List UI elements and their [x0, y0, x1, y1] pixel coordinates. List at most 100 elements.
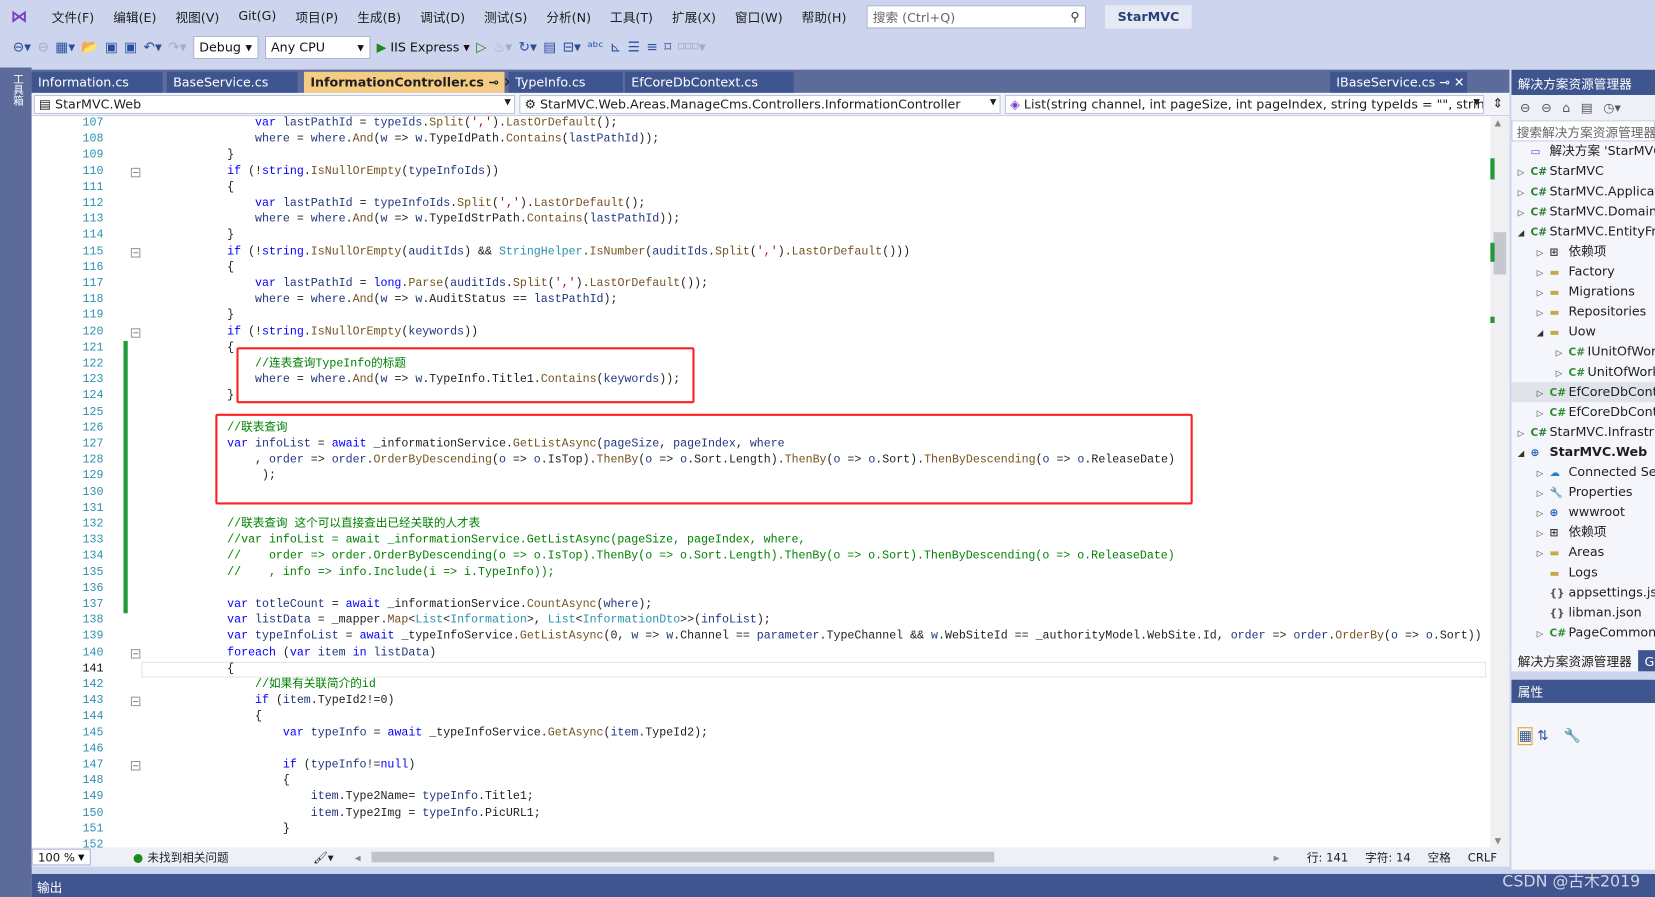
code-line[interactable]: if (item.TypeId2!=0)	[144, 694, 394, 710]
code-line[interactable]: }	[144, 228, 234, 244]
collapse-arrow-icon[interactable]: ◢	[1518, 223, 1531, 243]
bookmark-prev-icon[interactable]: ⌑⌑⌑▾	[678, 40, 706, 56]
tree-item[interactable]: ▷C#EfCoreDbContext	[1511, 382, 1655, 403]
toolbox-strip[interactable]: 工具箱	[0, 67, 32, 897]
expand-arrow-icon[interactable]: ▷	[1518, 423, 1531, 443]
code-line[interactable]: var lastPathId = typeInfoIds.Split(',').…	[144, 196, 645, 212]
horizontal-scrollbar[interactable]	[371, 851, 994, 863]
menu-item[interactable]: 编辑(E)	[104, 8, 166, 26]
code-line[interactable]: {	[144, 710, 262, 726]
save-all-icon[interactable]: ▣	[124, 40, 137, 56]
code-line[interactable]: //联表查询 这个可以直接查出已经关联的人才表	[144, 517, 480, 533]
tab-baseservice-cs[interactable]: BaseService.cs	[166, 71, 298, 93]
code-line[interactable]: if (typeInfo!=null)	[144, 758, 415, 774]
back-icon[interactable]: ⊖	[1520, 100, 1531, 115]
code-line[interactable]: if (!string.IsNullOrEmpty(auditIds) && S…	[144, 244, 910, 260]
categorized-icon[interactable]: ▦	[1517, 727, 1533, 746]
zoom-select[interactable]: 100 % ▼	[31, 848, 91, 866]
code-line[interactable]: }	[144, 148, 234, 164]
expand-arrow-icon[interactable]: ▷	[1537, 544, 1550, 564]
hot-reload-icon[interactable]: ♨▾	[493, 40, 512, 56]
class-dropdown[interactable]: ⚙ StarMVC.Web.Areas.ManageCms.Controller…	[519, 94, 1001, 114]
back-icon[interactable]: ⊖▾	[13, 40, 31, 56]
tree-item[interactable]: ▷ ▬ Migrations	[1511, 282, 1655, 302]
tab-typeinfo-cs[interactable]: TypeInfo.cs	[508, 71, 623, 93]
save-icon[interactable]: ▣	[105, 40, 118, 56]
split-icon[interactable]: ⇕	[1488, 95, 1507, 114]
code-line[interactable]: where = where.And(w => w.TypeIdPath.Cont…	[144, 132, 659, 148]
menu-item[interactable]: 项目(P)	[286, 8, 348, 26]
tree-item[interactable]: ▷ 🔧 Properties	[1511, 482, 1655, 502]
tree-item[interactable]: ▷C#EfCoreDbContextFactory	[1511, 402, 1655, 422]
expand-arrow-icon[interactable]: ▷	[1537, 283, 1550, 303]
tree-item[interactable]: ▷☁ Connected Services	[1511, 462, 1655, 482]
scroll-left-icon[interactable]: ◂	[355, 850, 361, 864]
collapse-icon[interactable]: −	[130, 761, 141, 771]
tree-item[interactable]: ▷ C# StarMVC.Domain	[1511, 202, 1655, 222]
solution-search-input[interactable]: 搜索解决方案资源管理器(	[1511, 120, 1655, 142]
code-line[interactable]: }	[144, 309, 234, 325]
tree-item[interactable]: ▷ ▬ Repositories	[1511, 302, 1655, 322]
project-dropdown[interactable]: ▤ StarMVC.Web ▼	[33, 94, 516, 114]
tree-item[interactable]: ▷ C# UnitOfWork	[1511, 362, 1655, 382]
menu-item[interactable]: 窗口(W)	[725, 8, 792, 26]
pin-icon[interactable]: ⊸	[1435, 75, 1454, 90]
tab-solution-explorer[interactable]: 解决方案资源管理器	[1511, 650, 1639, 672]
menu-item[interactable]: 分析(N)	[537, 8, 601, 26]
scroll-right-icon[interactable]: ▸	[1274, 850, 1280, 864]
tree-item[interactable]: ◢ ▬ Uow	[1511, 322, 1655, 342]
cleanup-icon[interactable]: 🖌▾	[313, 850, 334, 864]
code-line[interactable]: // order => order.OrderByDescending(o =>…	[144, 549, 1175, 565]
expand-arrow-icon[interactable]: ▷	[1556, 363, 1569, 383]
code-line[interactable]: var typeInfo = await _typeInfoService.Ge…	[144, 726, 708, 742]
pin-icon[interactable]: ⊸	[484, 75, 503, 90]
redo-icon[interactable]: ↷▾	[168, 40, 186, 56]
menu-item[interactable]: 帮助(H)	[792, 8, 856, 26]
start-without-debug-icon[interactable]: ▷	[476, 40, 487, 56]
search-input[interactable]: 搜索 (Ctrl+Q) ⚲	[866, 5, 1086, 29]
output-panel-tab[interactable]: 输出	[31, 873, 1655, 897]
menu-item[interactable]: 测试(S)	[475, 8, 537, 26]
alphabetical-icon[interactable]: ⇅	[1537, 728, 1549, 744]
tree-item[interactable]: {} libman.json	[1511, 603, 1655, 623]
menu-item[interactable]: 视图(V)	[166, 8, 229, 26]
code-line[interactable]: foreach (var item in listData)	[144, 646, 436, 662]
tree-item[interactable]: ▷ ⊞ 依赖项	[1511, 522, 1655, 542]
expand-arrow-icon[interactable]: ▷	[1537, 403, 1550, 423]
comment-icon[interactable]: ≡	[646, 40, 658, 56]
tree-item[interactable]: ▷C#IUnitOfWork	[1511, 342, 1655, 362]
code-line[interactable]: {	[144, 662, 234, 678]
undo-icon[interactable]: ↶▾	[143, 40, 161, 56]
collapse-icon[interactable]: −	[130, 247, 141, 258]
collapse-icon[interactable]: −	[130, 648, 141, 659]
tree-item[interactable]: ◢ ⊕ StarMVC.Web	[1511, 442, 1655, 462]
new-project-icon[interactable]: ▦▾	[55, 40, 75, 56]
run-button[interactable]: ▶ IIS Express ▾	[377, 40, 470, 55]
code-line[interactable]: //var infoList = await _informationServi…	[144, 533, 805, 549]
indent-icon[interactable]: ☰	[628, 40, 640, 56]
tab-ibaseservice-cs[interactable]: IBaseService.cs ⊸ ✕	[1329, 71, 1468, 93]
toolbox-label[interactable]: 工具箱	[8, 74, 24, 106]
code-line[interactable]: var typeInfoList = await _typeInfoServic…	[144, 629, 1482, 645]
expand-arrow-icon[interactable]: ▷	[1537, 503, 1550, 523]
tree-item[interactable]: {}appsettings.json	[1511, 583, 1655, 603]
code-line[interactable]: item.Type2Name= typeInfo.Title1;	[144, 790, 534, 806]
configuration-select[interactable]: Debug ▼	[192, 35, 259, 60]
expand-arrow-icon[interactable]: ▷	[1556, 343, 1569, 363]
expand-arrow-icon[interactable]: ▷	[1537, 383, 1550, 403]
issues-status[interactable]: 未找到相关问题	[147, 849, 228, 866]
solution-icon[interactable]: ▤	[543, 40, 556, 56]
menu-item[interactable]: 文件(F)	[42, 8, 104, 26]
expand-arrow-icon[interactable]: ▷	[1537, 463, 1550, 483]
forward-icon[interactable]: ⊖	[1541, 100, 1552, 115]
history-icon[interactable]: ◷▾	[1603, 100, 1620, 115]
tree-item[interactable]: ◢C#StarMVC.EntityFrameworkCore	[1511, 222, 1655, 242]
code-line[interactable]: }	[144, 822, 290, 838]
menu-item[interactable]: 工具(T)	[601, 8, 663, 26]
line-ending[interactable]: CRLF	[1468, 850, 1497, 864]
tree-item[interactable]: ▷ C# PageCommon	[1511, 623, 1655, 643]
switch-view-icon[interactable]: ▤	[1581, 100, 1593, 115]
tree-item[interactable]: ▷C#StarMVC.Infrastructure	[1511, 422, 1655, 442]
code-line[interactable]: where = where.And(w => w.TypeIdStrPath.C…	[144, 212, 680, 228]
collapse-icon[interactable]: −	[130, 327, 141, 338]
